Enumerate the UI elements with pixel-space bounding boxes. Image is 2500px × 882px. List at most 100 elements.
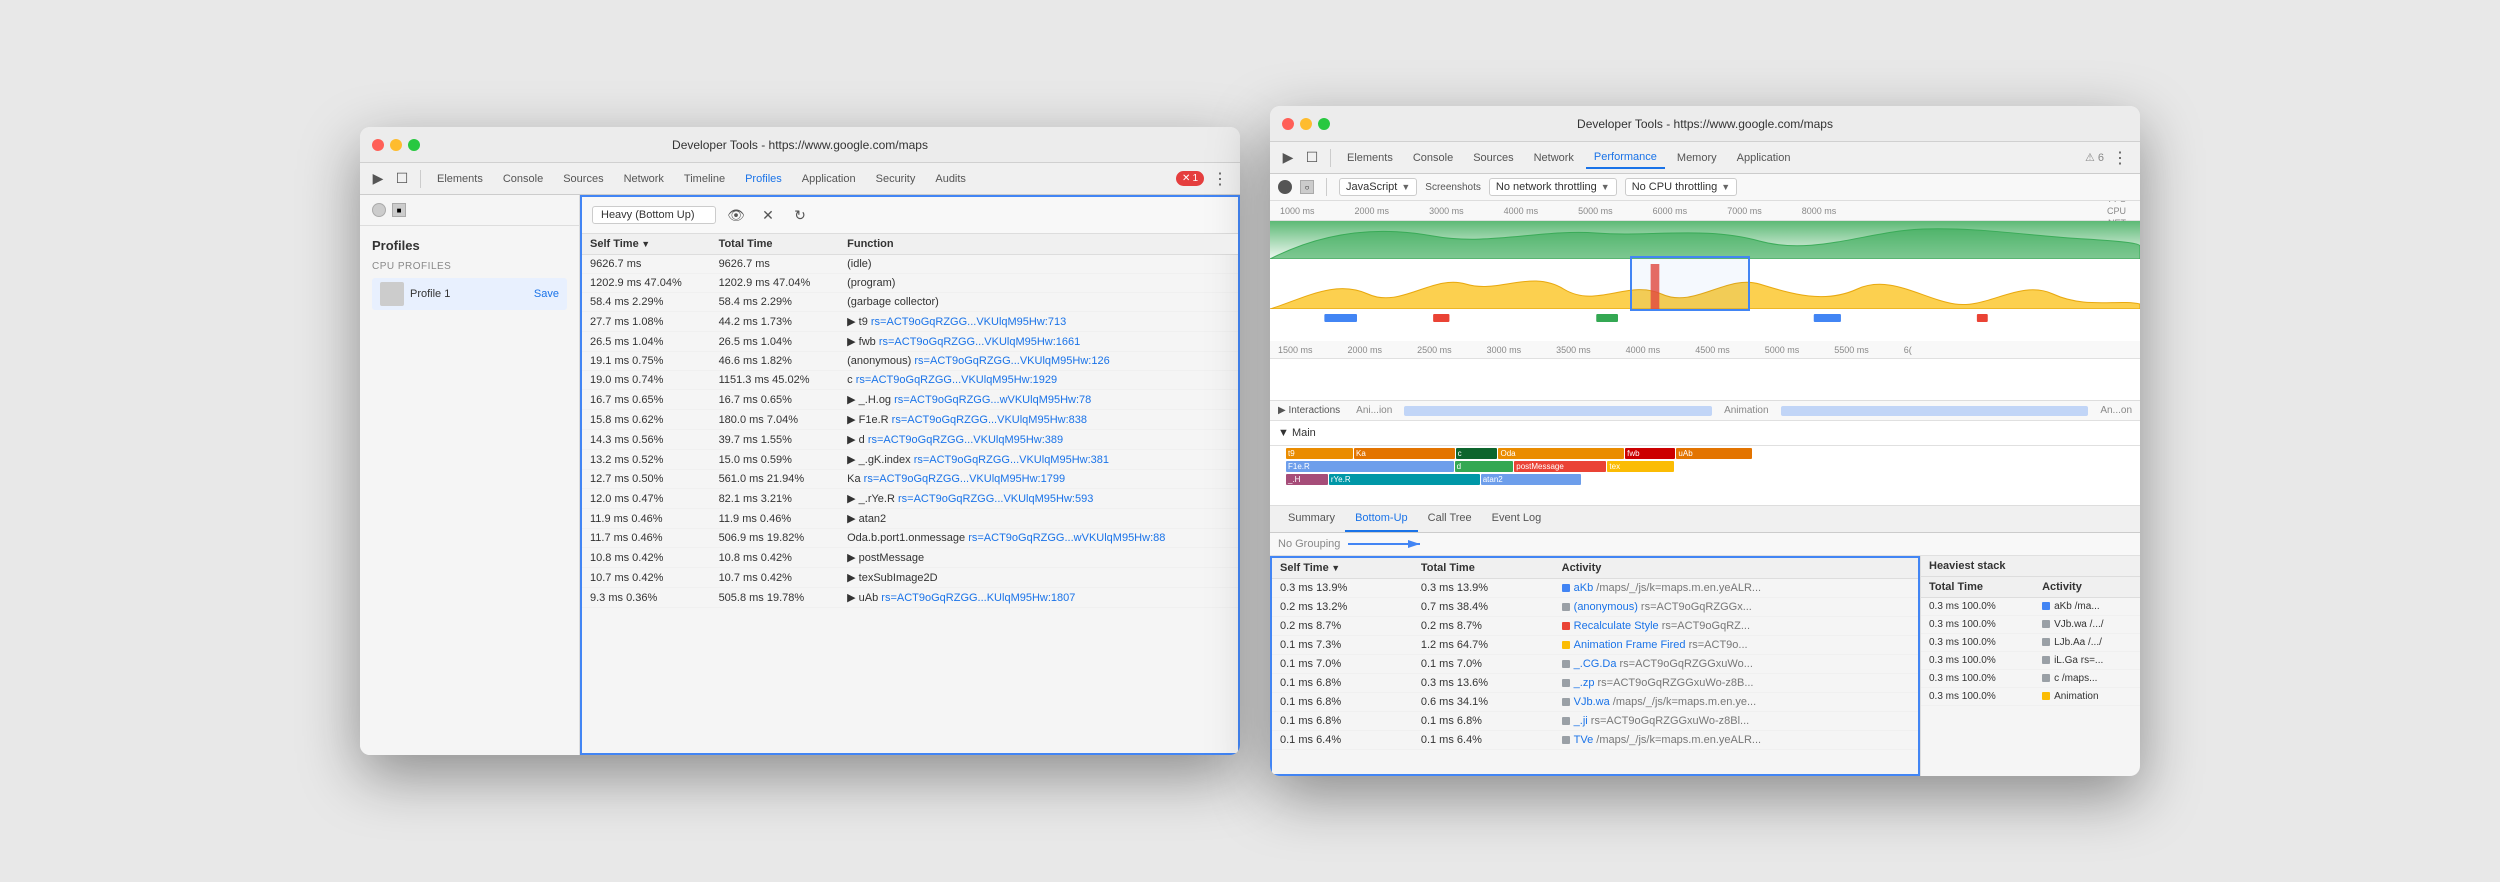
function-link[interactable]: rs=ACT9oGqRZGG...VKUlqM95Hw:1929 bbox=[856, 374, 1057, 386]
heaviest-row[interactable]: 0.3 ms 100.0%Animation bbox=[1921, 688, 2140, 706]
perf-record-button[interactable] bbox=[1278, 180, 1292, 194]
heaviest-row[interactable]: 0.3 ms 100.0%iL.Ga rs=... bbox=[1921, 652, 2140, 670]
heaviest-col-total[interactable]: Total Time bbox=[1921, 577, 2034, 598]
right-minimize-button[interactable] bbox=[1300, 118, 1312, 130]
heaviest-row[interactable]: 0.3 ms 100.0%aKb /ma... bbox=[1921, 598, 2140, 616]
right-tab-application[interactable]: Application bbox=[1729, 148, 1799, 168]
col-bottom-total[interactable]: Total Time bbox=[1413, 558, 1554, 579]
main-label[interactable]: ▼ Main bbox=[1278, 427, 1316, 439]
minimize-button[interactable] bbox=[390, 139, 402, 151]
stop-button[interactable]: ■ bbox=[392, 203, 406, 217]
table-row[interactable]: 14.3 ms 0.56%39.7 ms 1.55%▶ d rs=ACT9oGq… bbox=[582, 430, 1238, 450]
flame-block-3[interactable]: atan2 bbox=[1481, 474, 1582, 485]
bottom-table-row[interactable]: 0.2 ms 13.2%0.7 ms 38.4%(anonymous) rs=A… bbox=[1272, 598, 1918, 617]
heaviest-col-activity[interactable]: Activity bbox=[2034, 577, 2140, 598]
activity-link[interactable]: Animation Frame Fired bbox=[1574, 639, 1686, 651]
bottom-table-row[interactable]: 0.3 ms 13.9%0.3 ms 13.9%aKb /maps/_/js/k… bbox=[1272, 579, 1918, 598]
col-total-time[interactable]: Total Time bbox=[711, 234, 840, 255]
perf-stop-button[interactable]: ○ bbox=[1300, 180, 1314, 194]
right-cursor-icon[interactable]: ▶ bbox=[1278, 148, 1298, 168]
tab-bottom-up[interactable]: Bottom-Up bbox=[1345, 506, 1418, 532]
right-close-button[interactable] bbox=[1282, 118, 1294, 130]
cpu-throttle-dropdown[interactable]: No CPU throttling ▼ bbox=[1625, 178, 1738, 196]
activity-link[interactable]: Recalculate Style bbox=[1574, 620, 1659, 632]
table-row[interactable]: 10.7 ms 0.42%10.7 ms 0.42%▶ texSubImage2… bbox=[582, 568, 1238, 588]
table-row[interactable]: 16.7 ms 0.65%16.7 ms 0.65%▶ _.H.og rs=AC… bbox=[582, 390, 1238, 410]
eye-icon[interactable]: 👁 bbox=[724, 203, 748, 227]
screenshots-toggle[interactable]: Screenshots bbox=[1425, 182, 1481, 193]
view-select[interactable]: Heavy (Bottom Up) bbox=[592, 206, 716, 224]
function-link[interactable]: rs=ACT9oGqRZGG...VKUlqM95Hw:593 bbox=[898, 493, 1093, 505]
more-icon[interactable]: ⋮ bbox=[1208, 169, 1232, 189]
table-row[interactable]: 58.4 ms 2.29%58.4 ms 2.29%(garbage colle… bbox=[582, 293, 1238, 312]
bottom-table-row[interactable]: 0.1 ms 6.4%0.1 ms 6.4%TVe /maps/_/js/k=m… bbox=[1272, 731, 1918, 750]
flame-block-2[interactable]: postMessage bbox=[1514, 461, 1606, 472]
table-row[interactable]: 11.7 ms 0.46%506.9 ms 19.82%Oda.b.port1.… bbox=[582, 529, 1238, 548]
flame-block-2[interactable]: F1e.R bbox=[1286, 461, 1454, 472]
activity-link[interactable]: TVe bbox=[1574, 734, 1594, 746]
flame-block[interactable]: c bbox=[1456, 448, 1498, 459]
col-self-time[interactable]: Self Time bbox=[582, 234, 711, 255]
flame-block-3[interactable]: _.H bbox=[1286, 474, 1328, 485]
right-more-icon[interactable]: ⋮ bbox=[2108, 148, 2132, 168]
col-function[interactable]: Function bbox=[839, 234, 1238, 255]
table-row[interactable]: 13.2 ms 0.52%15.0 ms 0.59%▶ _.gK.index r… bbox=[582, 450, 1238, 470]
table-row[interactable]: 1202.9 ms 47.04%1202.9 ms 47.04%(program… bbox=[582, 274, 1238, 293]
right-tab-console[interactable]: Console bbox=[1405, 148, 1461, 168]
right-inspect-icon[interactable]: ☐ bbox=[1302, 148, 1322, 168]
right-tab-memory[interactable]: Memory bbox=[1669, 148, 1725, 168]
record-button[interactable] bbox=[372, 203, 386, 217]
heaviest-row[interactable]: 0.3 ms 100.0%LJb.Aa /.../ bbox=[1921, 634, 2140, 652]
table-row[interactable]: 9626.7 ms9626.7 ms(idle) bbox=[582, 255, 1238, 274]
flame-block[interactable]: Ka bbox=[1354, 448, 1455, 459]
tab-event-log[interactable]: Event Log bbox=[1482, 506, 1552, 532]
tab-security[interactable]: Security bbox=[868, 169, 924, 189]
tab-elements[interactable]: Elements bbox=[429, 169, 491, 189]
network-throttle-dropdown[interactable]: No network throttling ▼ bbox=[1489, 178, 1617, 196]
activity-link[interactable]: _.zp bbox=[1574, 677, 1595, 689]
function-link[interactable]: rs=ACT9oGqRZGG...VKUlqM95Hw:713 bbox=[871, 316, 1066, 328]
bottom-table-row[interactable]: 0.1 ms 6.8%0.1 ms 6.8%_.ji rs=ACT9oGqRZG… bbox=[1272, 712, 1918, 731]
function-link[interactable]: rs=ACT9oGqRZGG...VKUlqM95Hw:126 bbox=[914, 355, 1109, 367]
javascript-dropdown[interactable]: JavaScript ▼ bbox=[1339, 178, 1417, 196]
table-row[interactable]: 27.7 ms 1.08%44.2 ms 1.73%▶ t9 rs=ACT9oG… bbox=[582, 312, 1238, 332]
function-link[interactable]: rs=ACT9oGqRZGG...VKUlqM95Hw:389 bbox=[868, 434, 1063, 446]
activity-link[interactable]: _.CG.Da bbox=[1574, 658, 1617, 670]
tab-timeline[interactable]: Timeline bbox=[676, 169, 733, 189]
table-row[interactable]: 15.8 ms 0.62%180.0 ms 7.04%▶ F1e.R rs=AC… bbox=[582, 410, 1238, 430]
right-tab-network[interactable]: Network bbox=[1526, 148, 1582, 168]
activity-link[interactable]: (anonymous) bbox=[1574, 601, 1638, 613]
profile-item-1[interactable]: Profile 1 Save bbox=[372, 278, 567, 310]
tab-audits[interactable]: Audits bbox=[927, 169, 974, 189]
flame-block[interactable]: fwb bbox=[1625, 448, 1675, 459]
table-row[interactable]: 9.3 ms 0.36%505.8 ms 19.78%▶ uAb rs=ACT9… bbox=[582, 588, 1238, 608]
activity-link[interactable]: aKb bbox=[1574, 582, 1594, 594]
save-button[interactable]: Save bbox=[534, 288, 559, 300]
bottom-table-row[interactable]: 0.1 ms 7.0%0.1 ms 7.0%_.CG.Da rs=ACT9oGq… bbox=[1272, 655, 1918, 674]
interactions-label[interactable]: ▶ Interactions bbox=[1278, 405, 1340, 416]
tab-sources[interactable]: Sources bbox=[555, 169, 611, 189]
activity-link[interactable]: _.ji bbox=[1574, 715, 1588, 727]
tab-application[interactable]: Application bbox=[794, 169, 864, 189]
inspect-icon[interactable]: ☐ bbox=[392, 169, 412, 189]
error-badge[interactable]: ✕ 1 bbox=[1176, 171, 1204, 186]
tab-network[interactable]: Network bbox=[616, 169, 672, 189]
right-tab-sources[interactable]: Sources bbox=[1465, 148, 1521, 168]
function-link[interactable]: rs=ACT9oGqRZGG...VKUlqM95Hw:838 bbox=[892, 414, 1087, 426]
tab-summary[interactable]: Summary bbox=[1278, 506, 1345, 532]
close-icon[interactable]: ✕ bbox=[756, 203, 780, 227]
refresh-icon[interactable]: ↻ bbox=[788, 203, 812, 227]
function-link[interactable]: rs=ACT9oGqRZGG...KUlqM95Hw:1807 bbox=[881, 592, 1075, 604]
activity-link[interactable]: VJb.wa bbox=[1574, 696, 1610, 708]
function-link[interactable]: rs=ACT9oGqRZGG...wVKUlqM95Hw:88 bbox=[968, 532, 1165, 544]
bottom-table-row[interactable]: 0.2 ms 8.7%0.2 ms 8.7%Recalculate Style … bbox=[1272, 617, 1918, 636]
bottom-table-row[interactable]: 0.1 ms 6.8%0.6 ms 34.1%VJb.wa /maps/_/js… bbox=[1272, 693, 1918, 712]
table-row[interactable]: 12.7 ms 0.50%561.0 ms 21.94%Ka rs=ACT9oG… bbox=[582, 470, 1238, 489]
table-row[interactable]: 26.5 ms 1.04%26.5 ms 1.04%▶ fwb rs=ACT9o… bbox=[582, 332, 1238, 352]
table-row[interactable]: 12.0 ms 0.47%82.1 ms 3.21%▶ _.rYe.R rs=A… bbox=[582, 489, 1238, 509]
timeline-tracks[interactable] bbox=[1270, 221, 2140, 341]
tab-console[interactable]: Console bbox=[495, 169, 551, 189]
cursor-icon[interactable]: ▶ bbox=[368, 169, 388, 189]
flame-block-2[interactable]: tex bbox=[1607, 461, 1674, 472]
function-link[interactable]: rs=ACT9oGqRZGG...VKUlqM95Hw:1661 bbox=[879, 336, 1080, 348]
